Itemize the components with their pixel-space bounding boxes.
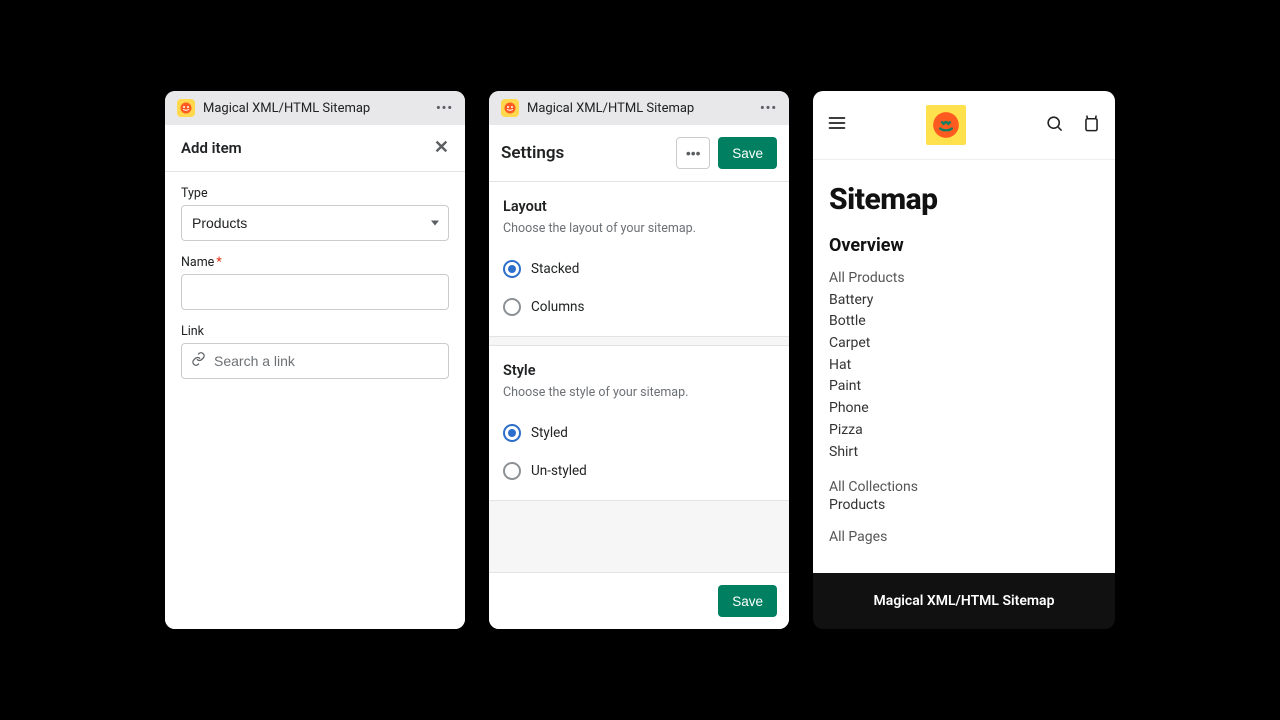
storefront-preview: Sitemap Overview All Products Battery Bo… — [813, 91, 1115, 629]
app-icon — [177, 99, 195, 117]
name-label-text: Name — [181, 255, 214, 270]
list-item[interactable]: Battery — [829, 290, 1099, 312]
app-title: Magical XML/HTML Sitemap — [527, 101, 694, 116]
type-label: Type — [181, 186, 449, 201]
all-products-link[interactable]: All Products — [829, 268, 1099, 290]
search-icon[interactable] — [1045, 114, 1064, 137]
menu-icon[interactable] — [827, 113, 847, 137]
style-option-unstyled-label: Un-styled — [531, 463, 587, 479]
products-list: All Products Battery Bottle Carpet Hat P… — [829, 268, 1099, 463]
settings-panel: Magical XML/HTML Sitemap ••• Settings ••… — [489, 91, 789, 629]
list-item[interactable]: Shirt — [829, 442, 1099, 464]
radio-icon — [503, 462, 521, 480]
app-title-bar: Magical XML/HTML Sitemap ••• — [489, 91, 789, 125]
layout-heading: Layout — [503, 198, 775, 215]
settings-title: Settings — [501, 143, 668, 163]
radio-icon — [503, 298, 521, 316]
layout-description: Choose the layout of your sitemap. — [503, 221, 775, 236]
list-item[interactable]: Pizza — [829, 420, 1099, 442]
store-footer: Magical XML/HTML Sitemap — [813, 573, 1115, 629]
type-select-wrap: Products — [181, 205, 449, 241]
app-title: Magical XML/HTML Sitemap — [203, 101, 370, 116]
sitemap-content: Sitemap Overview All Products Battery Bo… — [813, 160, 1115, 573]
link-label: Link — [181, 324, 449, 339]
more-button[interactable]: ••• — [676, 137, 710, 169]
footer-text: Magical XML/HTML Sitemap — [874, 593, 1055, 609]
name-input[interactable] — [181, 274, 449, 310]
app-icon — [501, 99, 519, 117]
all-pages-link[interactable]: All Pages — [829, 529, 1099, 545]
modal-title: Add item — [181, 139, 242, 157]
style-description: Choose the style of your sitemap. — [503, 385, 775, 400]
style-option-unstyled[interactable]: Un-styled — [503, 452, 775, 490]
list-item[interactable]: Hat — [829, 355, 1099, 377]
list-item[interactable]: Paint — [829, 376, 1099, 398]
radio-icon — [503, 424, 521, 442]
close-icon[interactable]: ✕ — [434, 139, 449, 157]
page-title: Sitemap — [829, 182, 1099, 217]
more-icon[interactable]: ••• — [436, 101, 453, 116]
list-item[interactable]: Carpet — [829, 333, 1099, 355]
add-item-form: Type Products Name* Link — [165, 172, 465, 629]
layout-option-stacked[interactable]: Stacked — [503, 250, 775, 288]
required-asterisk: * — [216, 255, 221, 270]
layout-option-columns[interactable]: Columns — [503, 288, 775, 326]
save-button[interactable]: Save — [718, 137, 777, 169]
link-input[interactable] — [181, 343, 449, 379]
name-label: Name* — [181, 255, 449, 270]
list-item[interactable]: Products — [829, 497, 1099, 513]
store-logo[interactable] — [926, 105, 966, 145]
settings-header: Settings ••• Save — [489, 125, 789, 182]
link-input-wrap — [181, 343, 449, 379]
layout-option-stacked-label: Stacked — [531, 261, 579, 277]
modal-header: Add item ✕ — [165, 125, 465, 172]
style-heading: Style — [503, 362, 775, 379]
radio-icon — [503, 260, 521, 278]
app-title-bar: Magical XML/HTML Sitemap ••• — [165, 91, 465, 125]
list-item[interactable]: Bottle — [829, 311, 1099, 333]
more-icon[interactable]: ••• — [760, 101, 777, 116]
layout-section: Layout Choose the layout of your sitemap… — [489, 182, 789, 337]
all-collections-link[interactable]: All Collections — [829, 479, 1099, 495]
settings-body: Layout Choose the layout of your sitemap… — [489, 182, 789, 572]
save-button-footer[interactable]: Save — [718, 585, 777, 617]
layout-option-columns-label: Columns — [531, 299, 584, 315]
link-icon — [191, 352, 206, 371]
settings-footer: Save — [489, 572, 789, 629]
overview-heading: Overview — [829, 235, 1099, 256]
list-item[interactable]: Phone — [829, 398, 1099, 420]
style-option-styled-label: Styled — [531, 425, 568, 441]
add-item-panel: Magical XML/HTML Sitemap ••• Add item ✕ … — [165, 91, 465, 629]
store-header — [813, 91, 1115, 160]
cart-icon[interactable] — [1082, 114, 1101, 137]
style-section: Style Choose the style of your sitemap. … — [489, 345, 789, 501]
type-select[interactable]: Products — [181, 205, 449, 241]
style-option-styled[interactable]: Styled — [503, 414, 775, 452]
